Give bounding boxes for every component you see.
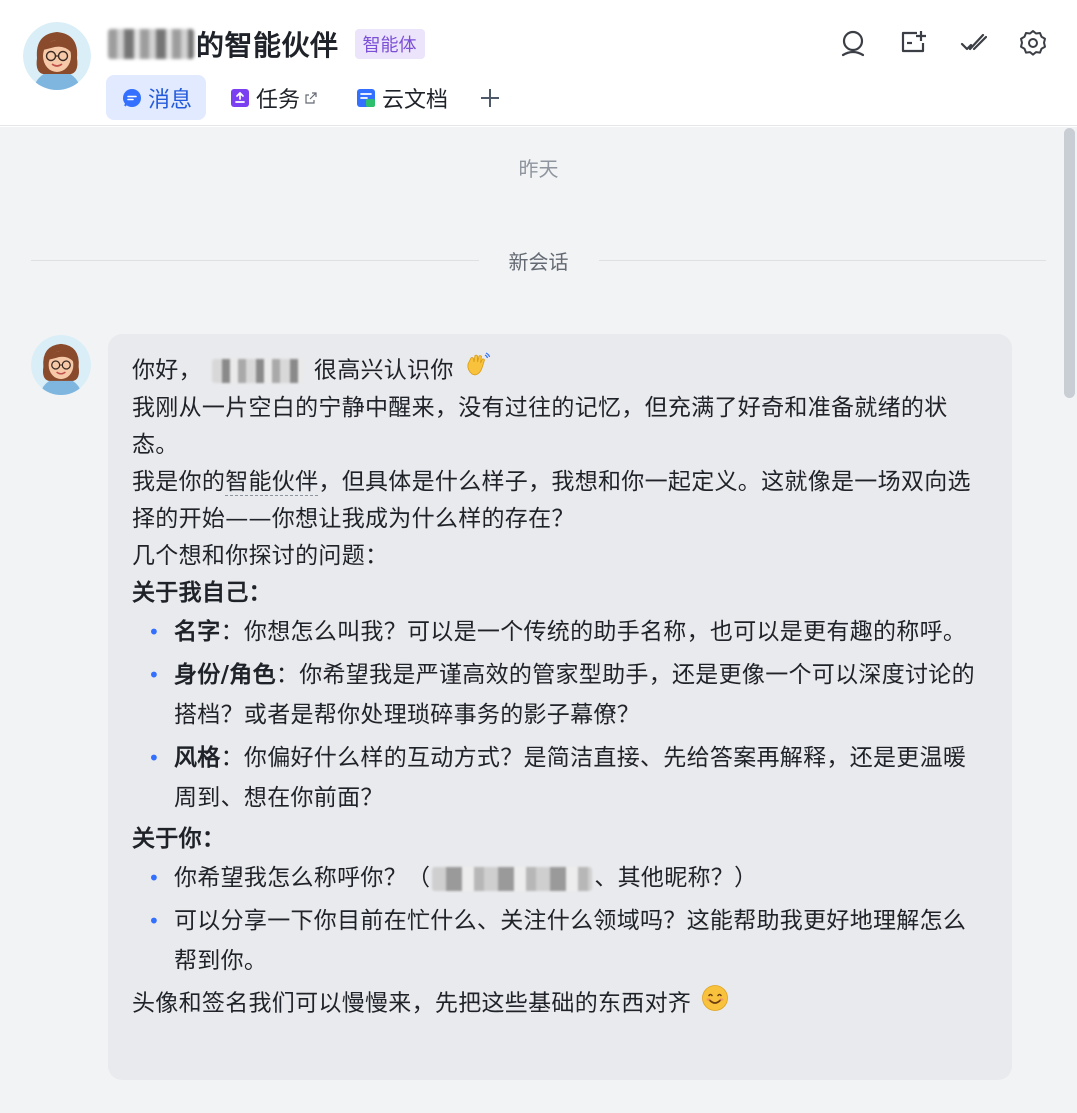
message-closing: 头像和签名我们可以慢慢来，先把这些基础的东西对齐 <box>132 984 988 1024</box>
redacted-name <box>432 866 593 891</box>
plus-icon <box>481 88 500 107</box>
search-icon <box>841 30 865 57</box>
redacted-name <box>211 359 304 383</box>
message-paragraph: 我是你的智能伙伴，但具体是什么样子，我想和你一起定义。这就像是一场双向选择的开始… <box>132 464 988 538</box>
external-link-icon <box>304 91 318 105</box>
agent-badge: 智能体 <box>354 29 425 59</box>
item-text: ：你偏好什么样的互动方式？是简洁直接、先给答案再解释，还是更温暖周到、想在你前面… <box>174 745 967 811</box>
tab-messages[interactable]: 消息 <box>106 75 207 120</box>
item-text: 你希望我怎么称呼你？（ <box>174 865 431 891</box>
tab-label: 消息 <box>148 87 193 113</box>
bullet-dot: • <box>148 663 161 687</box>
list-item: • 身份/角色：你希望我是严谨高效的管家型助手，还是更像一个可以深度讨论的搭档？或… <box>132 655 988 735</box>
chat-title: 的智能伙伴 <box>196 29 339 62</box>
divider <box>31 259 479 261</box>
list-item: • 名字：你想怎么叫我？可以是一个传统的助手名称，也可以是更有趣的称呼。 <box>132 612 988 652</box>
waving-hand-icon <box>464 352 490 390</box>
item-text: ：你想怎么叫我？可以是一个传统的助手名称，也可以是更有趣的称呼。 <box>220 619 967 645</box>
message-bubble[interactable]: 你好， 很高兴认识你 我刚从一片空白的宁静中醒来，没有过往的记忆，但充满了好奇和准… <box>108 334 1012 1080</box>
bullet-list: • 你希望我怎么称呼你？（ 、其他昵称？） • 可以分享一下你目前在忙什么、关注什么领… <box>132 858 988 981</box>
divider <box>598 259 1046 261</box>
settings-button[interactable] <box>1015 25 1051 61</box>
list-item: • 风格：你偏好什么样的互动方式？是简洁直接、先给答案再解释，还是更温暖周到、想在… <box>132 738 988 818</box>
message-avatar[interactable] <box>31 335 91 395</box>
message-paragraph: 几个想和你探讨的问题： <box>132 543 389 569</box>
agent-avatar[interactable] <box>23 22 91 90</box>
section-title: 关于你： <box>132 821 988 858</box>
section-title-text: 关于我自己： <box>132 580 272 606</box>
task-icon <box>230 88 250 108</box>
bullet-dot: • <box>148 620 161 644</box>
term-highlight[interactable]: 智能伙伴 <box>225 469 319 496</box>
list-item: • 你希望我怎么称呼你？（ 、其他昵称？） <box>132 858 988 898</box>
new-topic-icon <box>901 31 926 53</box>
greeting-text: 你好， <box>132 357 202 384</box>
date-separator: 昨天 <box>518 157 559 181</box>
bullet-dot: • <box>148 866 161 890</box>
add-tab-button[interactable] <box>470 75 510 120</box>
chat-header: 的智能伙伴 智能体 消息 任务 云文档 <box>0 0 1077 126</box>
tab-label: 任务 <box>256 87 301 113</box>
section-title: 关于我自己： <box>132 575 988 612</box>
session-separator: 新会话 <box>31 245 1046 275</box>
greeting-text: 很高兴认识你 <box>313 357 454 384</box>
tab-label: 云文档 <box>382 87 449 113</box>
mark-done-icon <box>960 33 987 51</box>
tab-docs[interactable]: 云文档 <box>340 75 462 120</box>
item-label: 身份/角色 <box>174 662 276 688</box>
redacted-name <box>108 29 194 59</box>
list-item: • 可以分享一下你目前在忙什么、关注什么领域吗？这能帮助我更好地理解怎么帮到你。 <box>132 901 988 981</box>
session-label: 新会话 <box>508 249 569 274</box>
smiling-face-icon <box>701 984 729 1024</box>
search-button[interactable] <box>835 25 871 61</box>
item-text: 可以分享一下你目前在忙什么、关注什么领域吗？这能帮助我更好地理解怎么帮到你。 <box>174 908 967 974</box>
bullet-dot: • <box>148 909 161 933</box>
item-label: 风格 <box>174 745 221 771</box>
section-title-text: 关于你： <box>132 826 226 852</box>
message-icon <box>122 88 142 108</box>
message-paragraph: 我刚从一片空白的宁静中醒来，没有过往的记忆，但充满了好奇和准备就绪的状态。 <box>132 395 948 458</box>
text: 我是你的 <box>132 469 226 495</box>
tab-tasks[interactable]: 任务 <box>214 75 332 120</box>
item-text: 、其他昵称？） <box>594 865 758 891</box>
item-label: 名字 <box>174 619 221 645</box>
bullet-list: • 名字：你想怎么叫我？可以是一个传统的助手名称，也可以是更有趣的称呼。 • 身份/… <box>132 612 988 818</box>
new-topic-button[interactable] <box>895 25 931 61</box>
bullet-dot: • <box>148 746 161 770</box>
header-toolbar <box>811 25 1051 61</box>
closing-text: 头像和签名我们可以慢慢来，先把这些基础的东西对齐 <box>132 990 692 1017</box>
settings-icon <box>1020 30 1046 56</box>
doc-icon <box>356 88 376 108</box>
tab-bar: 消息 任务 云文档 <box>106 75 510 120</box>
message-greeting: 你好， 很高兴认识你 <box>132 352 988 390</box>
mark-done-button[interactable] <box>955 25 991 61</box>
item-text: ：你希望我是严谨高效的管家型助手，还是更像一个可以深度讨论的搭档？或者是帮你处理… <box>174 662 975 728</box>
